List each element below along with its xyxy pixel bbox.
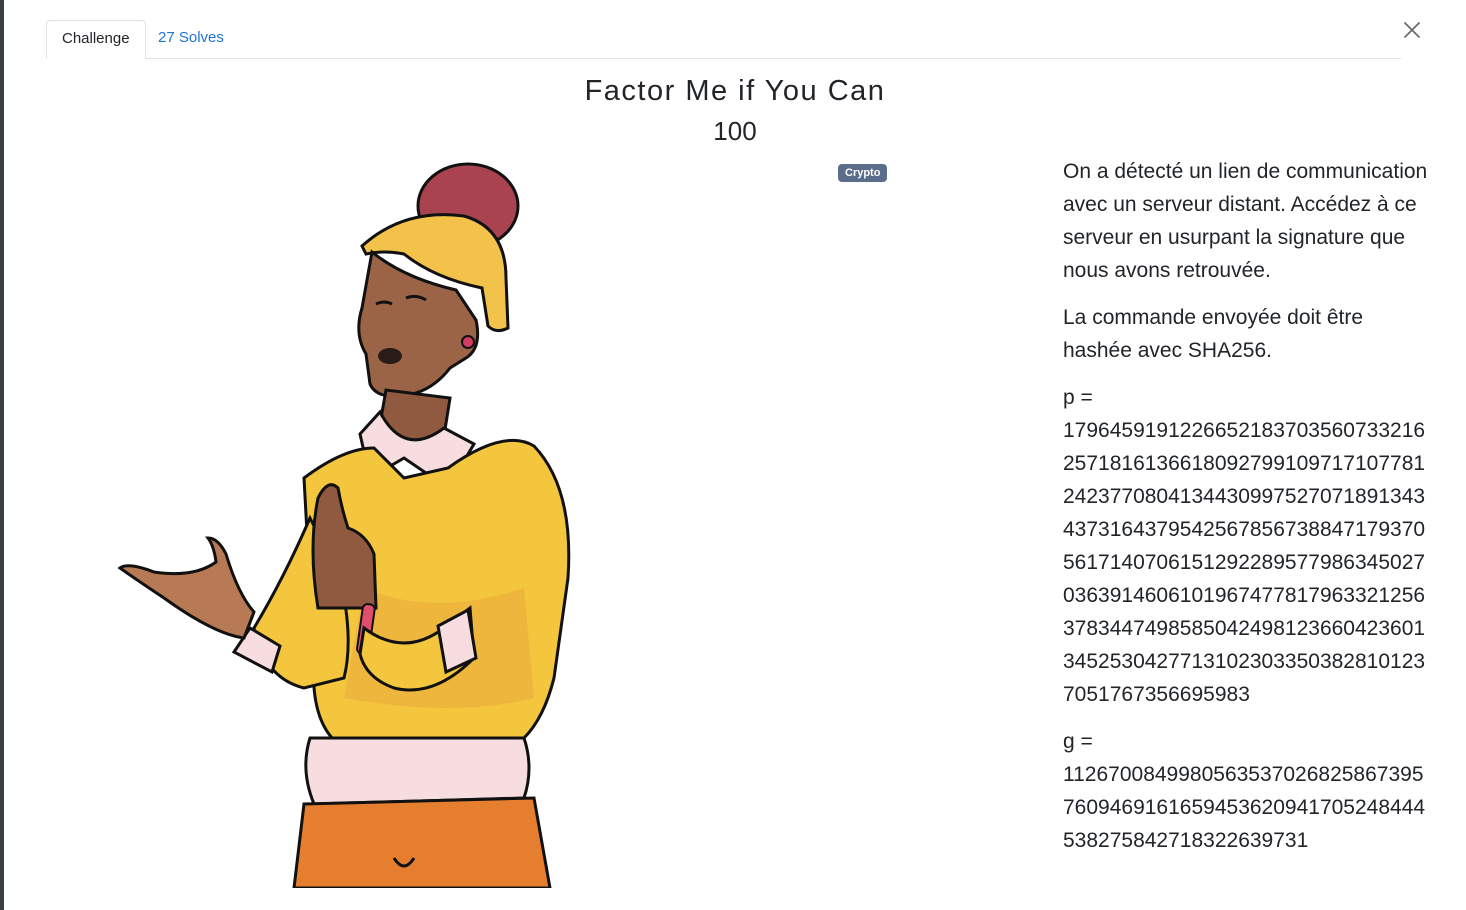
g-label: g =	[1063, 730, 1093, 753]
description-paragraph: On a détecté un lien de communication av…	[1063, 160, 1428, 282]
illustration-image	[117, 162, 571, 888]
challenge-description: On a détecté un lien de communication av…	[1063, 155, 1433, 871]
tab-challenge[interactable]: Challenge	[46, 20, 146, 59]
challenge-name: Factor Me if You Can	[584, 75, 886, 107]
description-paragraph: La commande envoyée doit être hashée ave…	[1063, 306, 1364, 362]
g-value: 1126700849980563537026825867395760946916…	[1063, 763, 1426, 852]
p-value: 1796459191226652183703560733216257181613…	[1063, 419, 1426, 706]
challenge-modal: Challenge 27 Solves Factor Me if You Can…	[4, 0, 1466, 910]
close-icon[interactable]	[1400, 18, 1424, 42]
p-parameter: p = 179645919122665218370356073321625718…	[1063, 381, 1433, 711]
challenge-value: 100	[713, 116, 757, 146]
g-parameter: g = 112670084998056353702682586739576094…	[1063, 725, 1433, 857]
category-badge: Crypto	[838, 164, 888, 182]
p-label: p =	[1063, 386, 1093, 409]
modal-tabs: Challenge 27 Solves	[46, 20, 1401, 59]
tab-solves[interactable]: 27 Solves	[143, 20, 239, 58]
